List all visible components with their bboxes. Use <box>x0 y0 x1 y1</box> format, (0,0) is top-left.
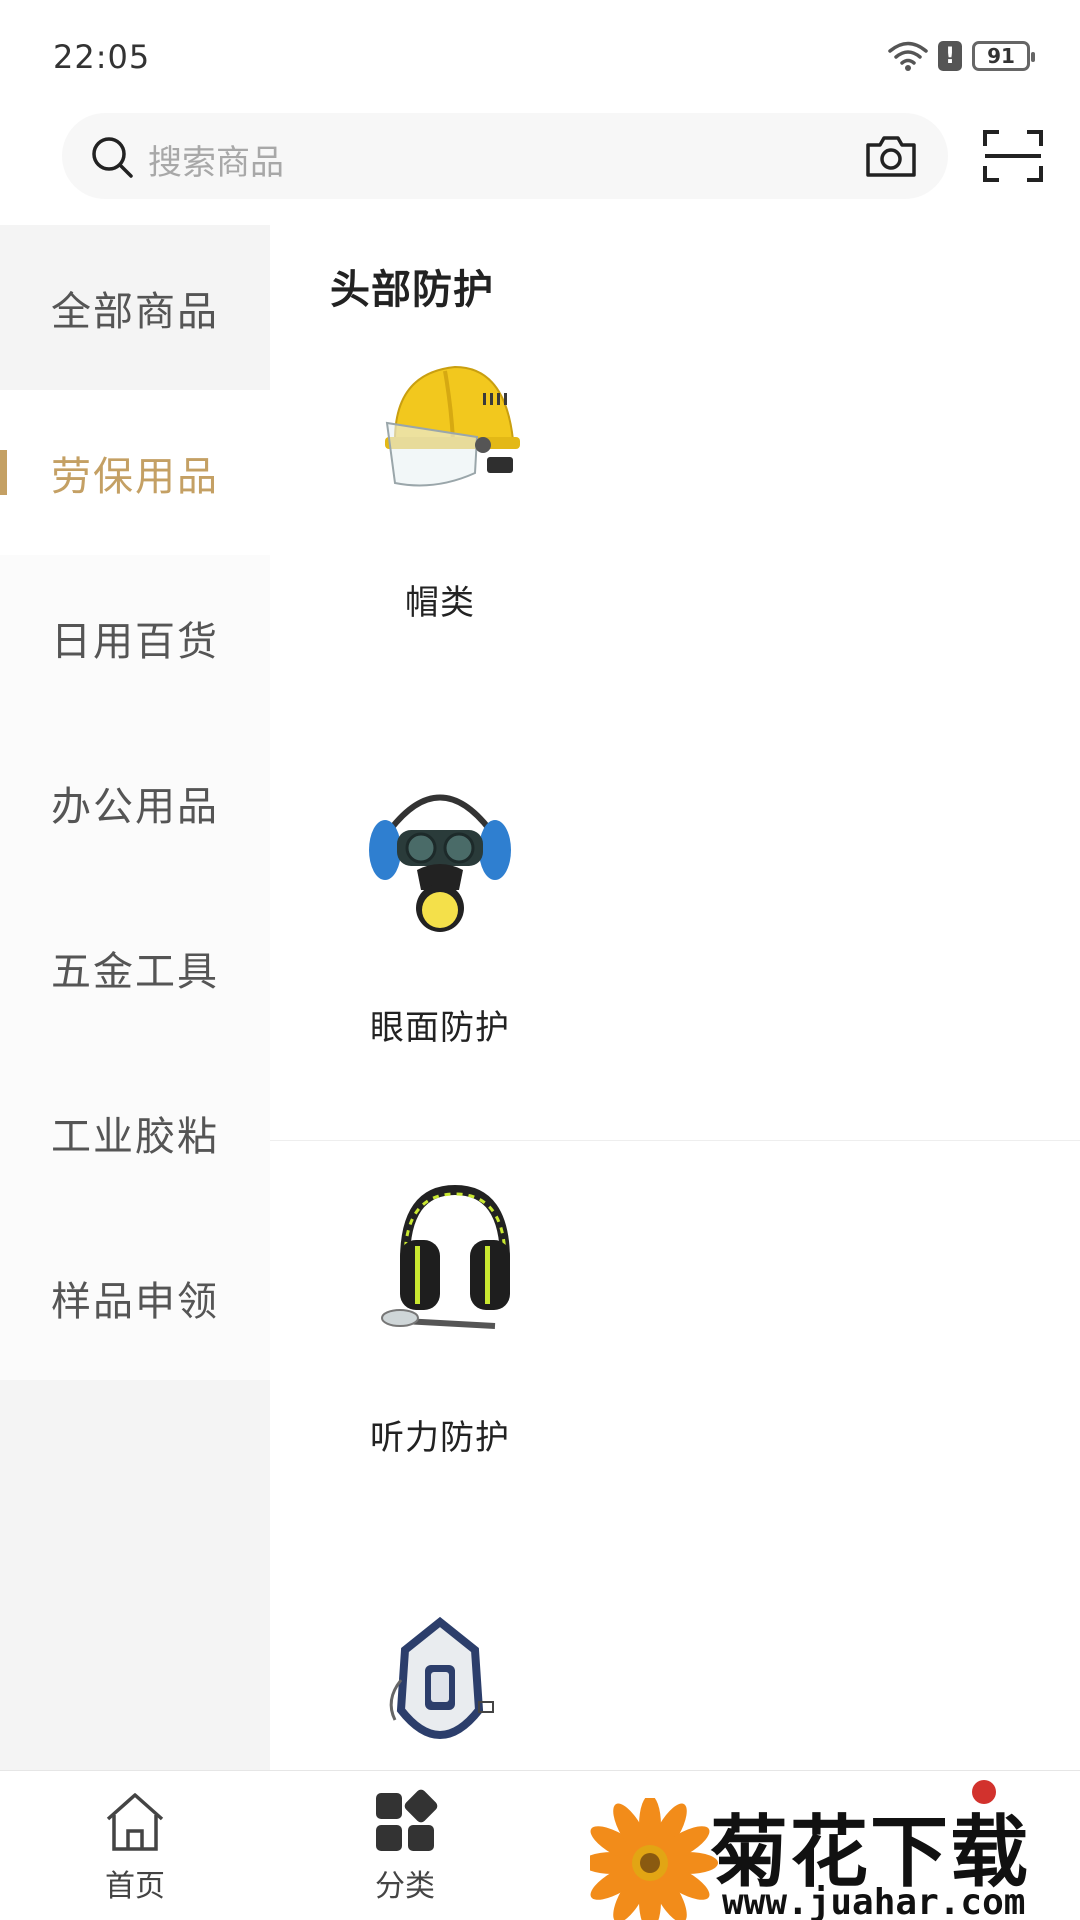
product-label: 听力防护 <box>370 1418 510 1458</box>
sidebar-item-label: 样品申领 <box>51 1278 219 1325</box>
sidebar-item-label: 办公用品 <box>51 783 219 830</box>
search-icon <box>92 137 133 178</box>
category-icon <box>376 1789 438 1851</box>
search-placeholder: 搜索商品 <box>148 143 284 183</box>
search-row: 搜索商品 <box>0 110 1080 210</box>
sidebar-item-label: 全部商品 <box>51 288 219 335</box>
status-bar: 22:05 ! 91 <box>0 0 1080 110</box>
nav-home[interactable]: 首页 <box>55 1789 215 1905</box>
camera-icon[interactable] <box>864 133 918 179</box>
section-divider <box>270 1140 1080 1141</box>
wifi-icon <box>888 41 928 71</box>
sidebar-item-labor-protection[interactable]: 劳保用品 <box>0 390 270 555</box>
section-title: 头部防护 <box>330 267 494 313</box>
search-input[interactable]: 搜索商品 <box>62 113 948 199</box>
home-icon <box>106 1793 164 1851</box>
nav-label: 首页 <box>105 1869 165 1904</box>
sidebar-item-adhesives[interactable]: 工业胶粘 <box>0 1050 270 1215</box>
nav-category[interactable]: 分类 <box>325 1789 485 1905</box>
battery-icon: 91 <box>972 41 1035 71</box>
alert-icon: ! <box>938 41 962 71</box>
respirator-mask-image <box>389 1616 494 1739</box>
status-time: 22:05 <box>53 38 151 76</box>
nav-label: 分类 <box>375 1869 435 1904</box>
sidebar-item-hardware[interactable]: 五金工具 <box>0 885 270 1050</box>
watermark: 菊花下载网 www.juahar.com <box>590 1790 1080 1920</box>
sidebar-item-all[interactable]: 全部商品 <box>0 225 270 390</box>
sidebar-item-label: 劳保用品 <box>51 453 219 500</box>
category-sidebar: 全部商品 劳保用品 日用百货 办公用品 五金工具 工业胶粘 样品申领 <box>0 225 270 1770</box>
sidebar-item-office[interactable]: 办公用品 <box>0 720 270 885</box>
safety-helmet-image <box>385 365 520 487</box>
flower-logo-icon <box>590 1798 718 1920</box>
gas-mask-goggles-image <box>369 794 511 932</box>
battery-level: 91 <box>987 44 1015 68</box>
sidebar-item-label: 工业胶粘 <box>51 1113 219 1160</box>
sidebar-item-label: 日用百货 <box>51 618 219 665</box>
sidebar-item-label: 五金工具 <box>51 948 219 995</box>
active-indicator <box>0 450 7 495</box>
status-icons: ! 91 <box>888 40 1035 72</box>
product-label: 眼面防护 <box>370 1008 510 1048</box>
sidebar-item-daily-goods[interactable]: 日用百货 <box>0 555 270 720</box>
category-content: 头部防护 帽类 眼面防护 听力防护 <box>270 225 1080 1770</box>
watermark-url: www.juahar.com <box>722 1882 1026 1920</box>
sidebar-item-samples[interactable]: 样品申领 <box>0 1215 270 1380</box>
scan-icon[interactable] <box>983 128 1043 184</box>
earmuff-headset-image <box>381 1184 510 1329</box>
product-label: 帽类 <box>405 583 475 623</box>
